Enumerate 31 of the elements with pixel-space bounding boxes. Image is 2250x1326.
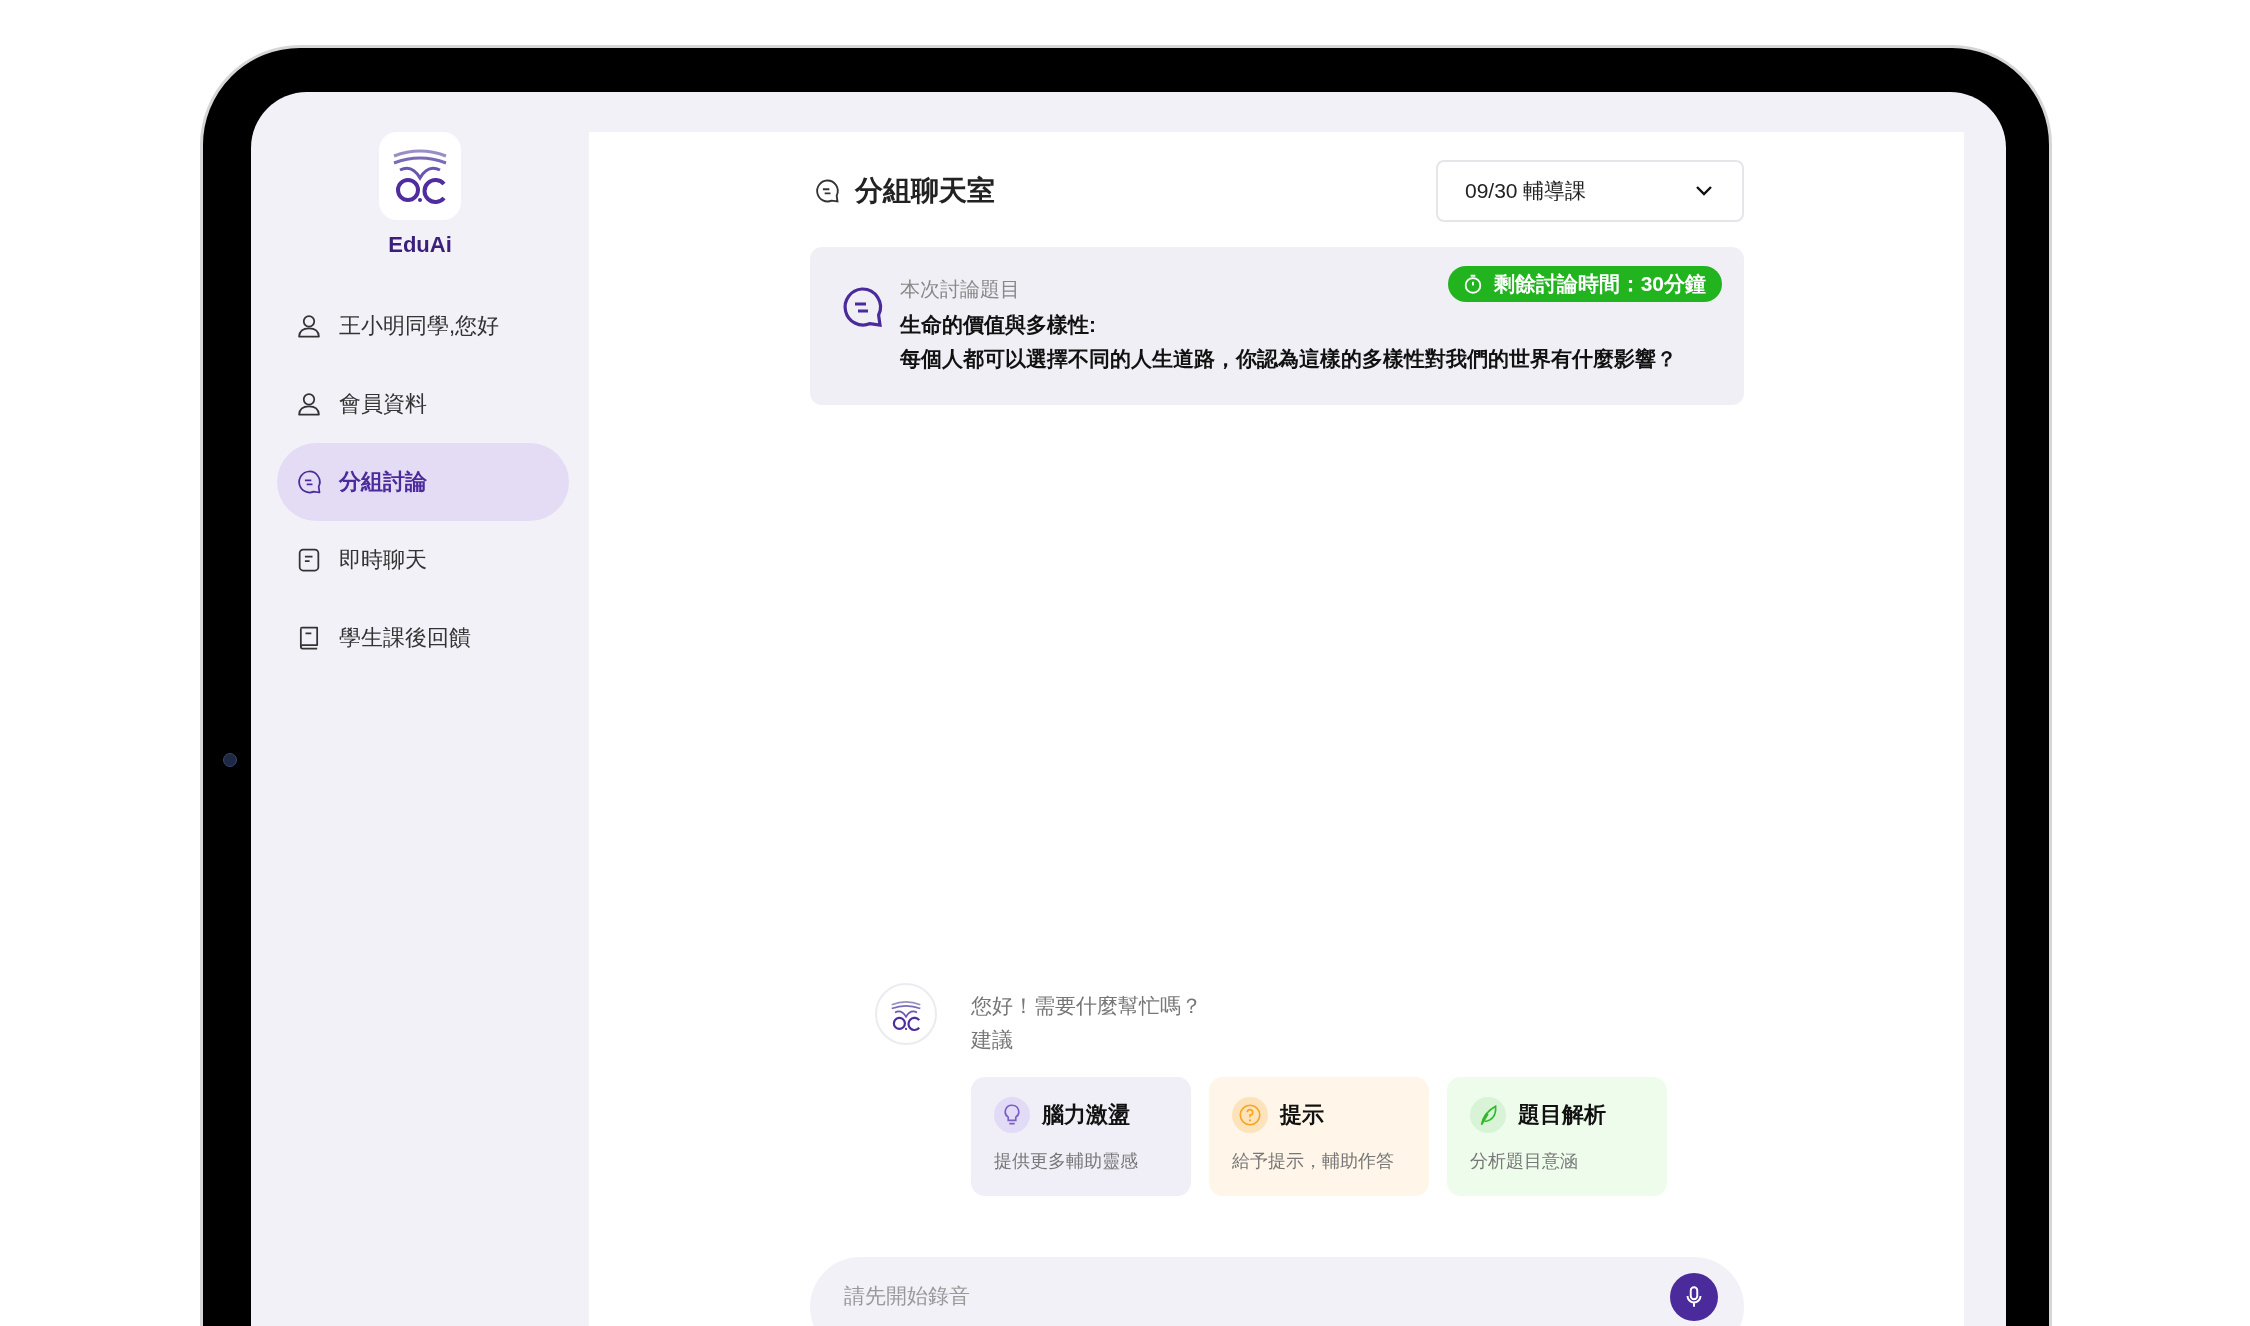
nav-item[interactable]: 分組討論: [277, 443, 569, 521]
voice-input-field[interactable]: 請先開始錄音: [810, 1257, 1744, 1326]
assistant-avatar: [875, 983, 937, 1045]
nav-item[interactable]: 即時聊天: [277, 521, 569, 599]
topic-title: 生命的價值與多樣性:: [900, 312, 1097, 338]
camera-dot: [223, 753, 237, 767]
nav-item[interactable]: 學生課後回饋: [277, 599, 569, 677]
topic-label: 本次討論題目: [900, 276, 1020, 302]
timer-text: 剩餘討論時間：30分鐘: [1493, 271, 1706, 297]
nav-item[interactable]: 王小明同學,您好: [277, 287, 569, 365]
suggestion-card[interactable]: 題目解析 分析題目意涵: [1447, 1077, 1667, 1196]
suggestion-title: 題目解析: [1518, 1101, 1606, 1129]
suggestion-description: 給予提示，輔助作答: [1232, 1150, 1395, 1173]
person-icon: [295, 312, 323, 340]
app-name: EduAi: [388, 232, 452, 258]
suggestions-label: 建議: [971, 1027, 1014, 1053]
suggestion-card[interactable]: 提示 給予提示，輔助作答: [1209, 1077, 1429, 1196]
greeting-text: 您好！需要什麼幫忙嗎？: [971, 993, 1203, 1019]
suggestion-description: 提供更多輔助靈感: [994, 1150, 1139, 1173]
person-icon: [295, 390, 323, 418]
chat-bubble-icon: [295, 468, 323, 496]
chat-bubble-icon: [813, 177, 841, 205]
session-select[interactable]: 09/30 輔導課: [1436, 160, 1744, 222]
logo-icon: [379, 132, 461, 220]
page-title: 分組聊天室: [855, 174, 995, 208]
nav-item[interactable]: 會員資料: [277, 365, 569, 443]
suggestion-title: 提示: [1280, 1101, 1324, 1129]
suggestion-description: 分析題目意涵: [1470, 1150, 1579, 1173]
suggestion-title: 腦力激盪: [1042, 1101, 1130, 1129]
suggestion-card[interactable]: 腦力激盪 提供更多輔助靈感: [971, 1077, 1191, 1196]
topic-question: 每個人都可以選擇不同的人生道路，你認為這樣的多樣性對我們的世界有什麼影響？: [900, 346, 1678, 372]
